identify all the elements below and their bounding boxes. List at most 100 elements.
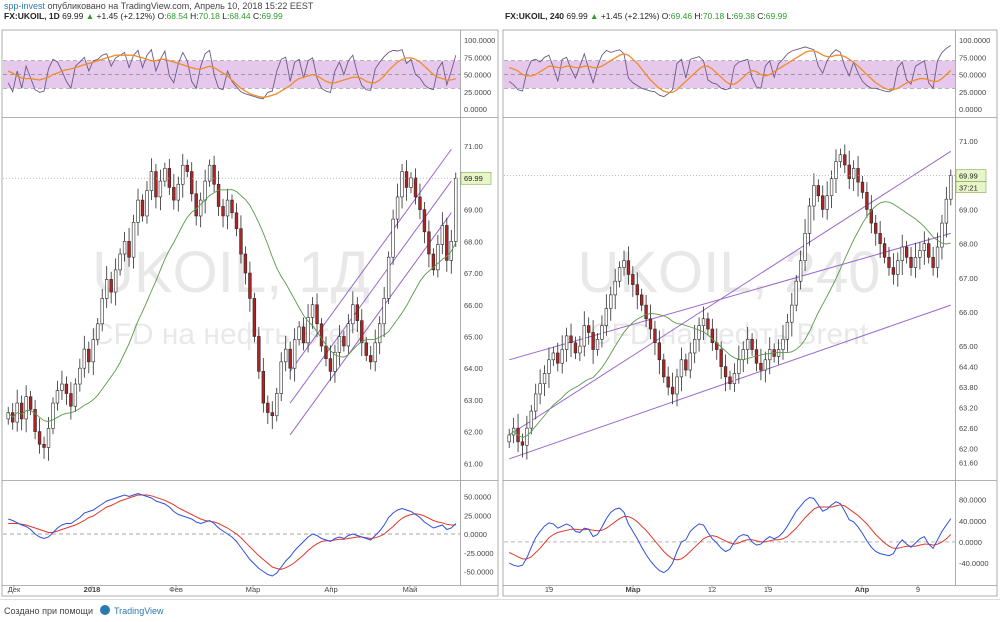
panel-frame [502,29,998,597]
candle-body [172,187,176,201]
price-tick-label: 64.00 [464,364,483,373]
candle-body [693,339,697,354]
candle-body [821,195,825,210]
chart-panel-1: FX:UKOIL, 1D 69.99 ▲ +1.45 (+2.12%) O:68… [1,12,499,597]
candle-body [534,393,538,412]
candle-body [807,205,812,234]
candle-body [706,318,710,330]
candle-body [275,393,279,417]
macd-line [8,492,457,577]
macd-tick-label: 80.0000 [959,496,986,505]
candle-body [613,280,617,296]
candle-body [252,298,257,337]
x-tick-label: 19 [545,585,553,594]
candle-body [216,183,221,207]
candle-body [812,185,816,207]
candle-body [105,279,109,299]
macd-tick-label: 0.0000 [959,538,982,547]
publication-header: spp-invest опубликовано на TradingView.c… [0,0,1000,12]
candle-body [360,320,364,344]
macd-tick-label: 40.0000 [959,517,986,526]
candle-body [212,164,216,185]
candle-body [243,253,248,274]
charts-canvas[interactable]: FX:UKOIL, 1D 69.99 ▲ +1.45 (+2.12%) O:68… [0,12,1000,599]
price-tick-label: 65.00 [464,332,483,341]
candle-body [719,349,723,367]
candle-body [640,294,644,306]
watermark-title: UKOIL, 240 [577,240,880,305]
x-tick-label: 12 [708,585,716,594]
candle-body [257,336,261,372]
candle-body [913,256,918,268]
candle-body [741,349,745,361]
candle-body [346,323,351,347]
candle-body [190,171,194,195]
candle-body [19,402,24,420]
candle-body [386,256,391,299]
candle-body [653,328,657,344]
macd-tick-label: -50.0000 [464,568,494,577]
candle-body [529,410,533,429]
candle-body [675,376,679,395]
rsi-tick-label: 25.0000 [959,88,986,97]
candle-body [803,233,807,261]
candle-body [578,345,582,354]
macd-tick-label: 50.0000 [464,493,491,502]
candle-body [697,325,701,340]
candle-body [887,256,891,268]
x-tick-label: Фев [169,585,183,594]
price-tick-label: 67.00 [464,269,483,278]
candle-body [701,318,706,326]
candle-body [785,321,790,340]
candle-body [176,183,180,201]
candle-body [587,325,591,333]
candle-body [865,192,869,210]
candle-body [427,231,431,255]
candle-body [270,412,274,417]
price-tick-label: 63.20 [959,404,978,413]
candle-body [181,164,185,185]
candle-body [631,274,635,285]
candle-body [834,161,838,179]
candle-body [404,171,409,188]
rsi-tick-label: 0.0000 [464,105,487,114]
candle-body [922,243,926,251]
watermark-subtitle: CFD на нефть Brent [92,318,371,351]
candle-body [520,441,525,446]
price-tick-label: 62.60 [959,424,978,433]
candle-body [319,323,324,347]
candle-body [874,222,878,234]
candle-body [927,243,931,258]
footer-created-text: Создано при помощи [4,606,93,616]
candle-body [230,199,234,214]
candle-body [158,180,163,198]
candle-body [149,171,154,191]
price-tick-label: 68.00 [464,237,483,246]
candle-body [843,154,847,166]
candle-body [440,225,445,245]
candle-body [551,352,556,361]
candle-body [297,326,301,340]
candle-body [266,402,270,413]
candle-body [909,256,913,268]
candle-body [666,376,670,388]
candle-body [860,181,865,193]
chart-panel-2: FX:UKOIL, 240 69.99 ▲ +1.45 (+2.12%) O:6… [502,12,998,597]
candle-body [816,185,820,197]
candle-body [373,342,377,363]
rsi-tick-label: 100.0000 [959,36,990,45]
candle-body [538,383,542,395]
ohlc-legend: FX:UKOIL, 240 69.99 ▲ +1.45 (+2.12%) O:6… [505,12,787,21]
candle-body [413,177,418,198]
rsi-tick-label: 75.0000 [464,53,491,62]
author-link[interactable]: spp-invest [4,1,45,11]
candle-body [564,335,569,350]
candle-body [595,339,600,350]
macd-tick-label: -40.0000 [959,559,989,568]
published-text: опубликовано на TradingView.com, Апрель … [47,1,314,11]
candle-body [203,180,207,201]
candle-body [525,427,529,446]
candle-body [662,359,666,378]
footer-brand-link[interactable]: TradingView [114,606,164,616]
candle-body [194,193,198,217]
